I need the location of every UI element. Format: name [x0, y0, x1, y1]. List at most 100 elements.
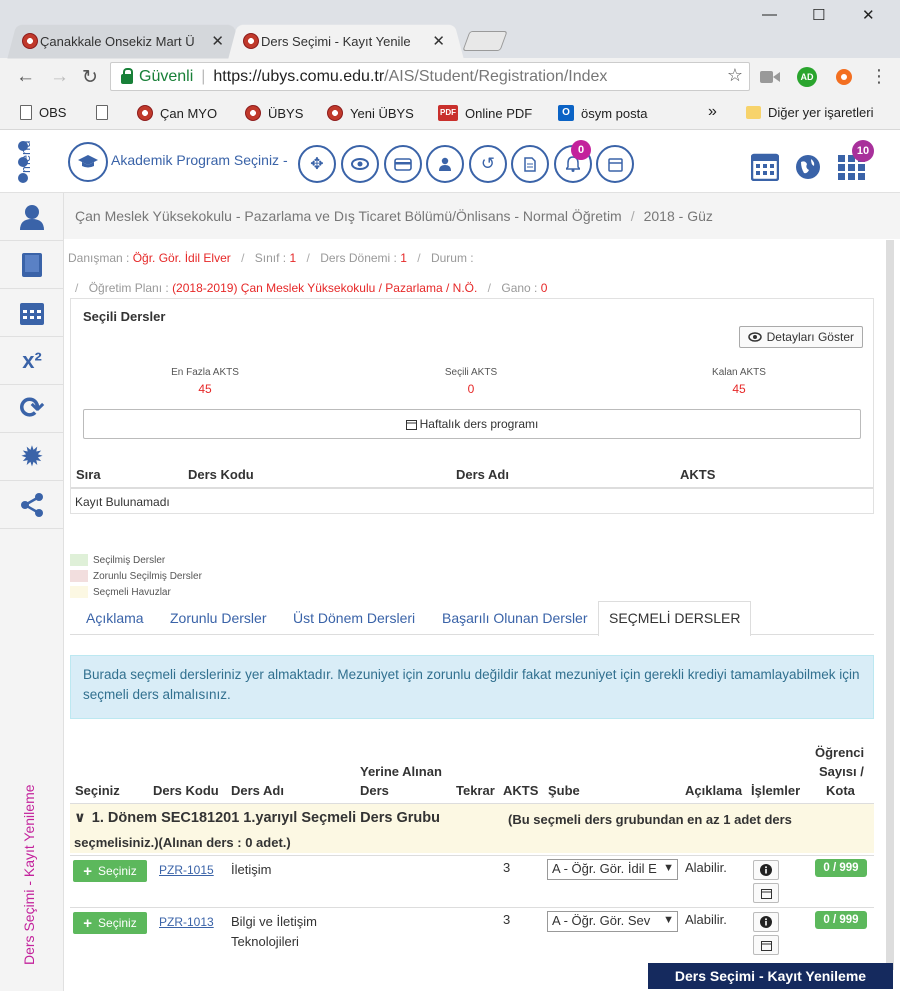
forward-arrow-icon[interactable]: →	[50, 66, 69, 88]
tab-zorunlu-dersler[interactable]: Zorunlu Dersler	[170, 610, 266, 626]
legend-swatch	[70, 554, 88, 566]
selected-table-header: Sıra Ders Kodu Ders Adı AKTS	[71, 457, 873, 489]
sidebar-item-courses[interactable]	[0, 241, 64, 289]
legend-elective-pools: Seçmeli Havuzlar	[70, 586, 171, 598]
sidebar-item-profile[interactable]	[0, 193, 64, 241]
show-details-button[interactable]: Detayları Göster	[738, 326, 863, 348]
scrollbar[interactable]	[886, 240, 894, 970]
schedule-button[interactable]	[753, 935, 779, 955]
user-button[interactable]	[426, 145, 464, 183]
camera-icon[interactable]	[760, 70, 780, 84]
course-name: Bilgi ve İletişim Teknolojileri	[231, 914, 317, 949]
breadcrumb-separator: /	[630, 208, 635, 224]
info-button[interactable]	[753, 912, 779, 932]
bookmark-obs[interactable]: OBS	[20, 105, 66, 120]
bookmark-other[interactable]: Diğer yer işaretleri	[746, 105, 873, 120]
col-ders-adi: Ders Adı	[231, 783, 284, 798]
course-note: Alabilir.	[685, 860, 727, 875]
chevron-down-icon[interactable]: ∨	[74, 810, 86, 826]
menu-button[interactable]: menü	[14, 139, 48, 187]
program-select[interactable]: Akademik Program Seçiniz -	[111, 152, 288, 168]
course-note: Alabilir.	[685, 912, 727, 927]
sidebar-item-grades[interactable]: x²	[0, 337, 64, 385]
superscript-icon: x²	[22, 347, 42, 373]
maximize-button[interactable]: ☐	[812, 6, 825, 24]
select-course-button[interactable]: + Seçiniz	[73, 912, 147, 934]
eye-button[interactable]	[341, 145, 379, 183]
bookmarks-overflow-icon[interactable]: »	[708, 103, 717, 121]
kebab-menu-icon[interactable]: ⋮	[870, 66, 888, 87]
browser-tabstrip: Çanakkale Onsekiz Mart Ü ✕ Ders Seçimi -…	[0, 0, 900, 58]
select-course-button[interactable]: + Seçiniz	[73, 860, 147, 882]
book-icon	[22, 252, 42, 277]
tab-aciklama[interactable]: Açıklama	[86, 610, 144, 626]
sidebar-item-settings[interactable]: ✹	[0, 433, 64, 481]
tab-secmeli-dersler[interactable]: SEÇMELİ DERSLER	[598, 601, 752, 636]
max-akts-value: 45	[198, 382, 212, 396]
back-arrow-icon[interactable]: ←	[16, 66, 35, 88]
globe-icon[interactable]	[795, 154, 821, 180]
browser-tab-ders-secimi[interactable]: Ders Seçimi - Kayıt Yenile ✕	[233, 24, 459, 58]
graduation-cap-button[interactable]	[68, 142, 108, 182]
adblock-extension-icon[interactable]: AD	[797, 67, 817, 87]
close-window-button[interactable]: ✕	[862, 6, 875, 24]
user-icon	[20, 204, 44, 230]
document-button[interactable]	[511, 145, 549, 183]
bookmark-yeni-ubys[interactable]: Yeni ÜBYS	[327, 105, 414, 121]
minimize-button[interactable]: —	[762, 6, 777, 23]
col-sira: Sıra	[76, 467, 101, 482]
remaining-akts-value: 45	[732, 382, 746, 396]
tab-basarili-olunan-dersler[interactable]: Başarılı Olunan Dersler	[442, 610, 588, 626]
weekly-schedule-button[interactable]: Haftalık ders programı	[83, 409, 861, 439]
section-value: A - Öğr. Gör. İdil E	[552, 861, 657, 876]
bookmark-osym-posta[interactable]: O ösym posta	[558, 105, 647, 121]
bookmark-label: Yeni ÜBYS	[350, 105, 414, 121]
avast-extension-icon[interactable]	[834, 67, 854, 87]
legend-label: Zorunlu Seçilmiş Dersler	[93, 570, 202, 582]
divider: /	[306, 251, 310, 265]
info-button[interactable]	[753, 860, 779, 880]
lock-icon	[121, 67, 133, 84]
star-bookmark-icon[interactable]: ☆	[727, 65, 743, 86]
compass-button[interactable]: ✥	[298, 145, 336, 183]
section-select[interactable]: A - Öğr. Gör. İdil E ▼	[547, 859, 678, 880]
section-select[interactable]: A - Öğr. Gör. Sev ▼	[547, 911, 678, 932]
close-icon[interactable]: ✕	[432, 32, 445, 50]
folder-icon	[746, 106, 761, 119]
course-code-link[interactable]: PZR-1013	[159, 915, 214, 929]
sidebar-item-calendar[interactable]	[0, 289, 64, 337]
bookmark-online-pdf[interactable]: PDF Online PDF	[438, 105, 532, 121]
calendar-icon	[607, 157, 623, 172]
share-icon	[21, 492, 43, 517]
calendar-grid-icon[interactable]	[751, 151, 779, 181]
calendar-icon	[760, 888, 772, 899]
bookmark-ubys[interactable]: ÜBYS	[245, 105, 303, 121]
dropdown-arrow-icon: ▼	[663, 914, 674, 926]
compass-icon: ✥	[310, 156, 324, 173]
student-info-line-1: Danışman : Öğr. Gör. İdil Elver / Sınıf …	[68, 251, 474, 265]
col-kota-3: Kota	[826, 783, 855, 798]
url-field[interactable]: Güvenli | https://ubys.comu.edu.tr /AIS/…	[110, 62, 750, 91]
breadcrumb-program[interactable]: Çan Meslek Yüksekokulu - Pazarlama ve Dı…	[75, 208, 622, 224]
new-tab-button[interactable]	[462, 31, 508, 51]
url-path: /AIS/Student/Registration/Index	[384, 67, 608, 85]
breadcrumb-term[interactable]: 2018 - Güz	[644, 208, 713, 224]
group-note-1: (Bu seçmeli ders grubundan en az 1 adet …	[508, 812, 792, 827]
course-code-link[interactable]: PZR-1015	[159, 863, 214, 877]
bookmark-blank[interactable]	[96, 105, 115, 120]
legend-swatch	[70, 570, 88, 582]
sidebar-item-share[interactable]	[0, 481, 64, 529]
tab-ust-donem-dersleri[interactable]: Üst Dönem Dersleri	[293, 610, 415, 626]
elective-group-row[interactable]: ∨ 1. Dönem SEC181201 1.yarıyıl Seçmeli De…	[70, 803, 874, 853]
credit-card-button[interactable]	[384, 145, 422, 183]
reload-icon[interactable]: ↻	[82, 66, 98, 89]
sidebar-item-refresh[interactable]: ⟳	[0, 385, 64, 433]
browser-tab-comu[interactable]: Çanakkale Onsekiz Mart Ü ✕	[12, 24, 238, 58]
calendar-button[interactable]	[596, 145, 634, 183]
history-button[interactable]: ↺	[469, 145, 507, 183]
class-label: Sınıf :	[254, 251, 287, 265]
close-icon[interactable]: ✕	[211, 32, 224, 50]
selected-akts-value: 0	[467, 382, 475, 396]
bookmark-can-myo[interactable]: Çan MYO	[137, 105, 217, 121]
schedule-button[interactable]	[753, 883, 779, 903]
